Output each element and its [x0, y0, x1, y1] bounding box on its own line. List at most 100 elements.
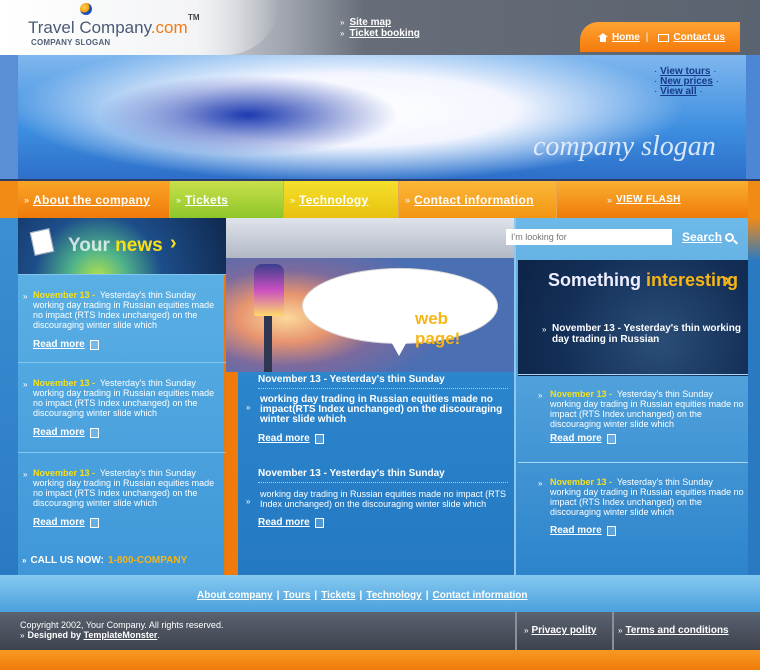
read-more-link[interactable]: Read more — [33, 427, 85, 438]
nav-item-label: Contact information — [414, 192, 534, 207]
site-map-link[interactable]: Site map — [349, 17, 391, 28]
footer-link-tickets[interactable]: Tickets — [321, 590, 355, 601]
nav-item-about[interactable]: » About the company — [18, 181, 170, 218]
separator: | — [276, 590, 280, 601]
terms-link-wrap: » Terms and conditions — [618, 625, 729, 636]
banner-side-right — [746, 55, 760, 179]
arrow-icon: » — [618, 626, 623, 635]
article-body: working day trading in Russian equities … — [260, 394, 503, 425]
terms-link[interactable]: Terms and conditions — [625, 625, 728, 636]
right-column: Something interesting › » November 13 - … — [514, 218, 750, 575]
arrow-icon: » — [20, 631, 25, 640]
document-icon — [314, 517, 324, 528]
arrow-icon: » — [538, 479, 543, 488]
nav-pad-left — [0, 181, 18, 218]
footer-link-about[interactable]: About company — [197, 590, 273, 601]
contact-us-link[interactable]: Contact us — [673, 32, 725, 43]
middle-article: November 13 - Yesterday's thin Sunday » … — [246, 374, 508, 444]
news-title-a: Your — [68, 235, 110, 256]
document-icon — [89, 517, 99, 528]
interesting-box: Something interesting › » November 13 - … — [518, 260, 748, 376]
lamp-icon — [254, 264, 284, 316]
home-link[interactable]: Home — [612, 32, 640, 43]
nav-item-contact[interactable]: » Contact information — [399, 181, 557, 218]
footer-link-contact[interactable]: Contact information — [433, 590, 528, 601]
arrow-icon: » — [23, 470, 28, 479]
footer-nav: About company | Tours | Tickets | Techno… — [0, 575, 760, 612]
arrow-icon: » — [340, 29, 345, 38]
designed-by-end: . — [157, 630, 160, 640]
footer-link-technology[interactable]: Technology — [366, 590, 421, 601]
read-more-link[interactable]: Read more — [33, 339, 85, 350]
nav-item-technology[interactable]: » Technology — [284, 181, 399, 218]
read-more-link[interactable]: Read more — [550, 525, 602, 536]
nav-pad-right — [748, 181, 760, 218]
right-news-item: » November 13 - Yesterday's thin Sunday … — [518, 462, 750, 575]
main-nav: » About the company » Tickets » Technology … — [18, 181, 748, 218]
banner: company slogan · View tours · · New pric… — [18, 55, 746, 179]
arrow-icon: » — [542, 325, 547, 334]
call-us-number: 1-800-COMPANY — [107, 555, 188, 566]
orange-strip — [226, 372, 238, 575]
banner-slogan: company slogan — [533, 131, 716, 162]
arrow-icon: » — [524, 626, 529, 635]
news-date: November 13 - — [33, 468, 96, 478]
nav-item-label: Tickets — [185, 192, 229, 207]
footer: Copyright 2002, Your Company. All rights… — [0, 612, 760, 650]
middle-hero: web page! — [226, 258, 514, 372]
news-title-b: news — [115, 235, 163, 256]
article-heading: November 13 - Yesterday's thin Sunday — [258, 468, 508, 483]
call-us-label: CALL US NOW: — [30, 555, 104, 566]
document-icon — [29, 228, 55, 256]
read-more-link[interactable]: Read more — [550, 433, 602, 444]
search-button[interactable]: Search — [682, 230, 722, 244]
speech-bubble-tail — [389, 338, 409, 356]
privacy-link-wrap: » Privacy polity — [524, 625, 596, 636]
right-news-item: » November 13 - Yesterday's thin Sunday … — [518, 374, 750, 462]
speech-bubble: web page! — [302, 268, 498, 348]
read-more-link[interactable]: Read more — [33, 517, 85, 528]
middle-article: November 13 - Yesterday's thin Sunday » … — [246, 468, 508, 528]
nav-item-label: About the company — [33, 192, 151, 207]
chevron-right-icon: › — [170, 232, 177, 254]
bottom-bar — [0, 650, 760, 670]
search-input[interactable] — [506, 229, 672, 245]
right-edge — [748, 218, 760, 575]
featured-text: November 13 - Yesterday's thin working d… — [552, 323, 741, 345]
news-item: » November 13 - Yesterday's thin Sunday … — [18, 362, 226, 452]
news-date: November 13 - — [550, 477, 613, 487]
privacy-link[interactable]: Privacy polity — [531, 625, 596, 636]
document-icon — [89, 339, 99, 350]
nav-item-view-flash[interactable]: » VIEW FLASH — [557, 181, 748, 218]
copyright-text: Copyright 2002, Your Company. All rights… — [20, 620, 224, 630]
separator: | — [425, 590, 429, 601]
read-more-link[interactable]: Read more — [258, 433, 310, 444]
logo-area: Travel Company.com TM COMPANY SLOGAN — [0, 0, 280, 55]
nav-item-tickets[interactable]: » Tickets — [170, 181, 284, 218]
designed-by: » Designed by TemplateMonster. — [20, 630, 223, 641]
lamp-post — [264, 316, 272, 372]
document-icon — [606, 433, 616, 444]
nav-item-label: VIEW FLASH — [616, 194, 681, 205]
arrow-icon: » — [24, 194, 30, 205]
arrow-icon: » — [538, 391, 543, 400]
mail-icon — [658, 33, 670, 42]
search-icon[interactable] — [725, 232, 735, 242]
bubble-text: web page! — [415, 309, 461, 348]
middle-top-band — [226, 218, 514, 258]
view-all-link[interactable]: View all — [660, 86, 697, 97]
arrow-icon: » — [405, 194, 411, 205]
templatemonster-link[interactable]: TemplateMonster — [83, 630, 157, 640]
header: Travel Company.com TM COMPANY SLOGAN » Si… — [0, 0, 760, 55]
copyright-block: Copyright 2002, Your Company. All rights… — [20, 620, 223, 641]
footer-link-tours[interactable]: Tours — [283, 590, 310, 601]
top-links: » Site map » Ticket booking — [340, 17, 420, 39]
ticket-booking-link[interactable]: Ticket booking — [349, 28, 419, 39]
news-item: » November 13 - Yesterday's thin Sunday … — [18, 452, 226, 542]
read-more-link[interactable]: Read more — [258, 517, 310, 528]
news-date: November 13 - — [33, 378, 96, 388]
logo-trademark: TM — [188, 13, 200, 22]
arrow-icon: » — [607, 194, 613, 205]
interesting-title-a: Something — [548, 270, 641, 290]
logo[interactable]: Travel Company.com — [28, 18, 188, 38]
